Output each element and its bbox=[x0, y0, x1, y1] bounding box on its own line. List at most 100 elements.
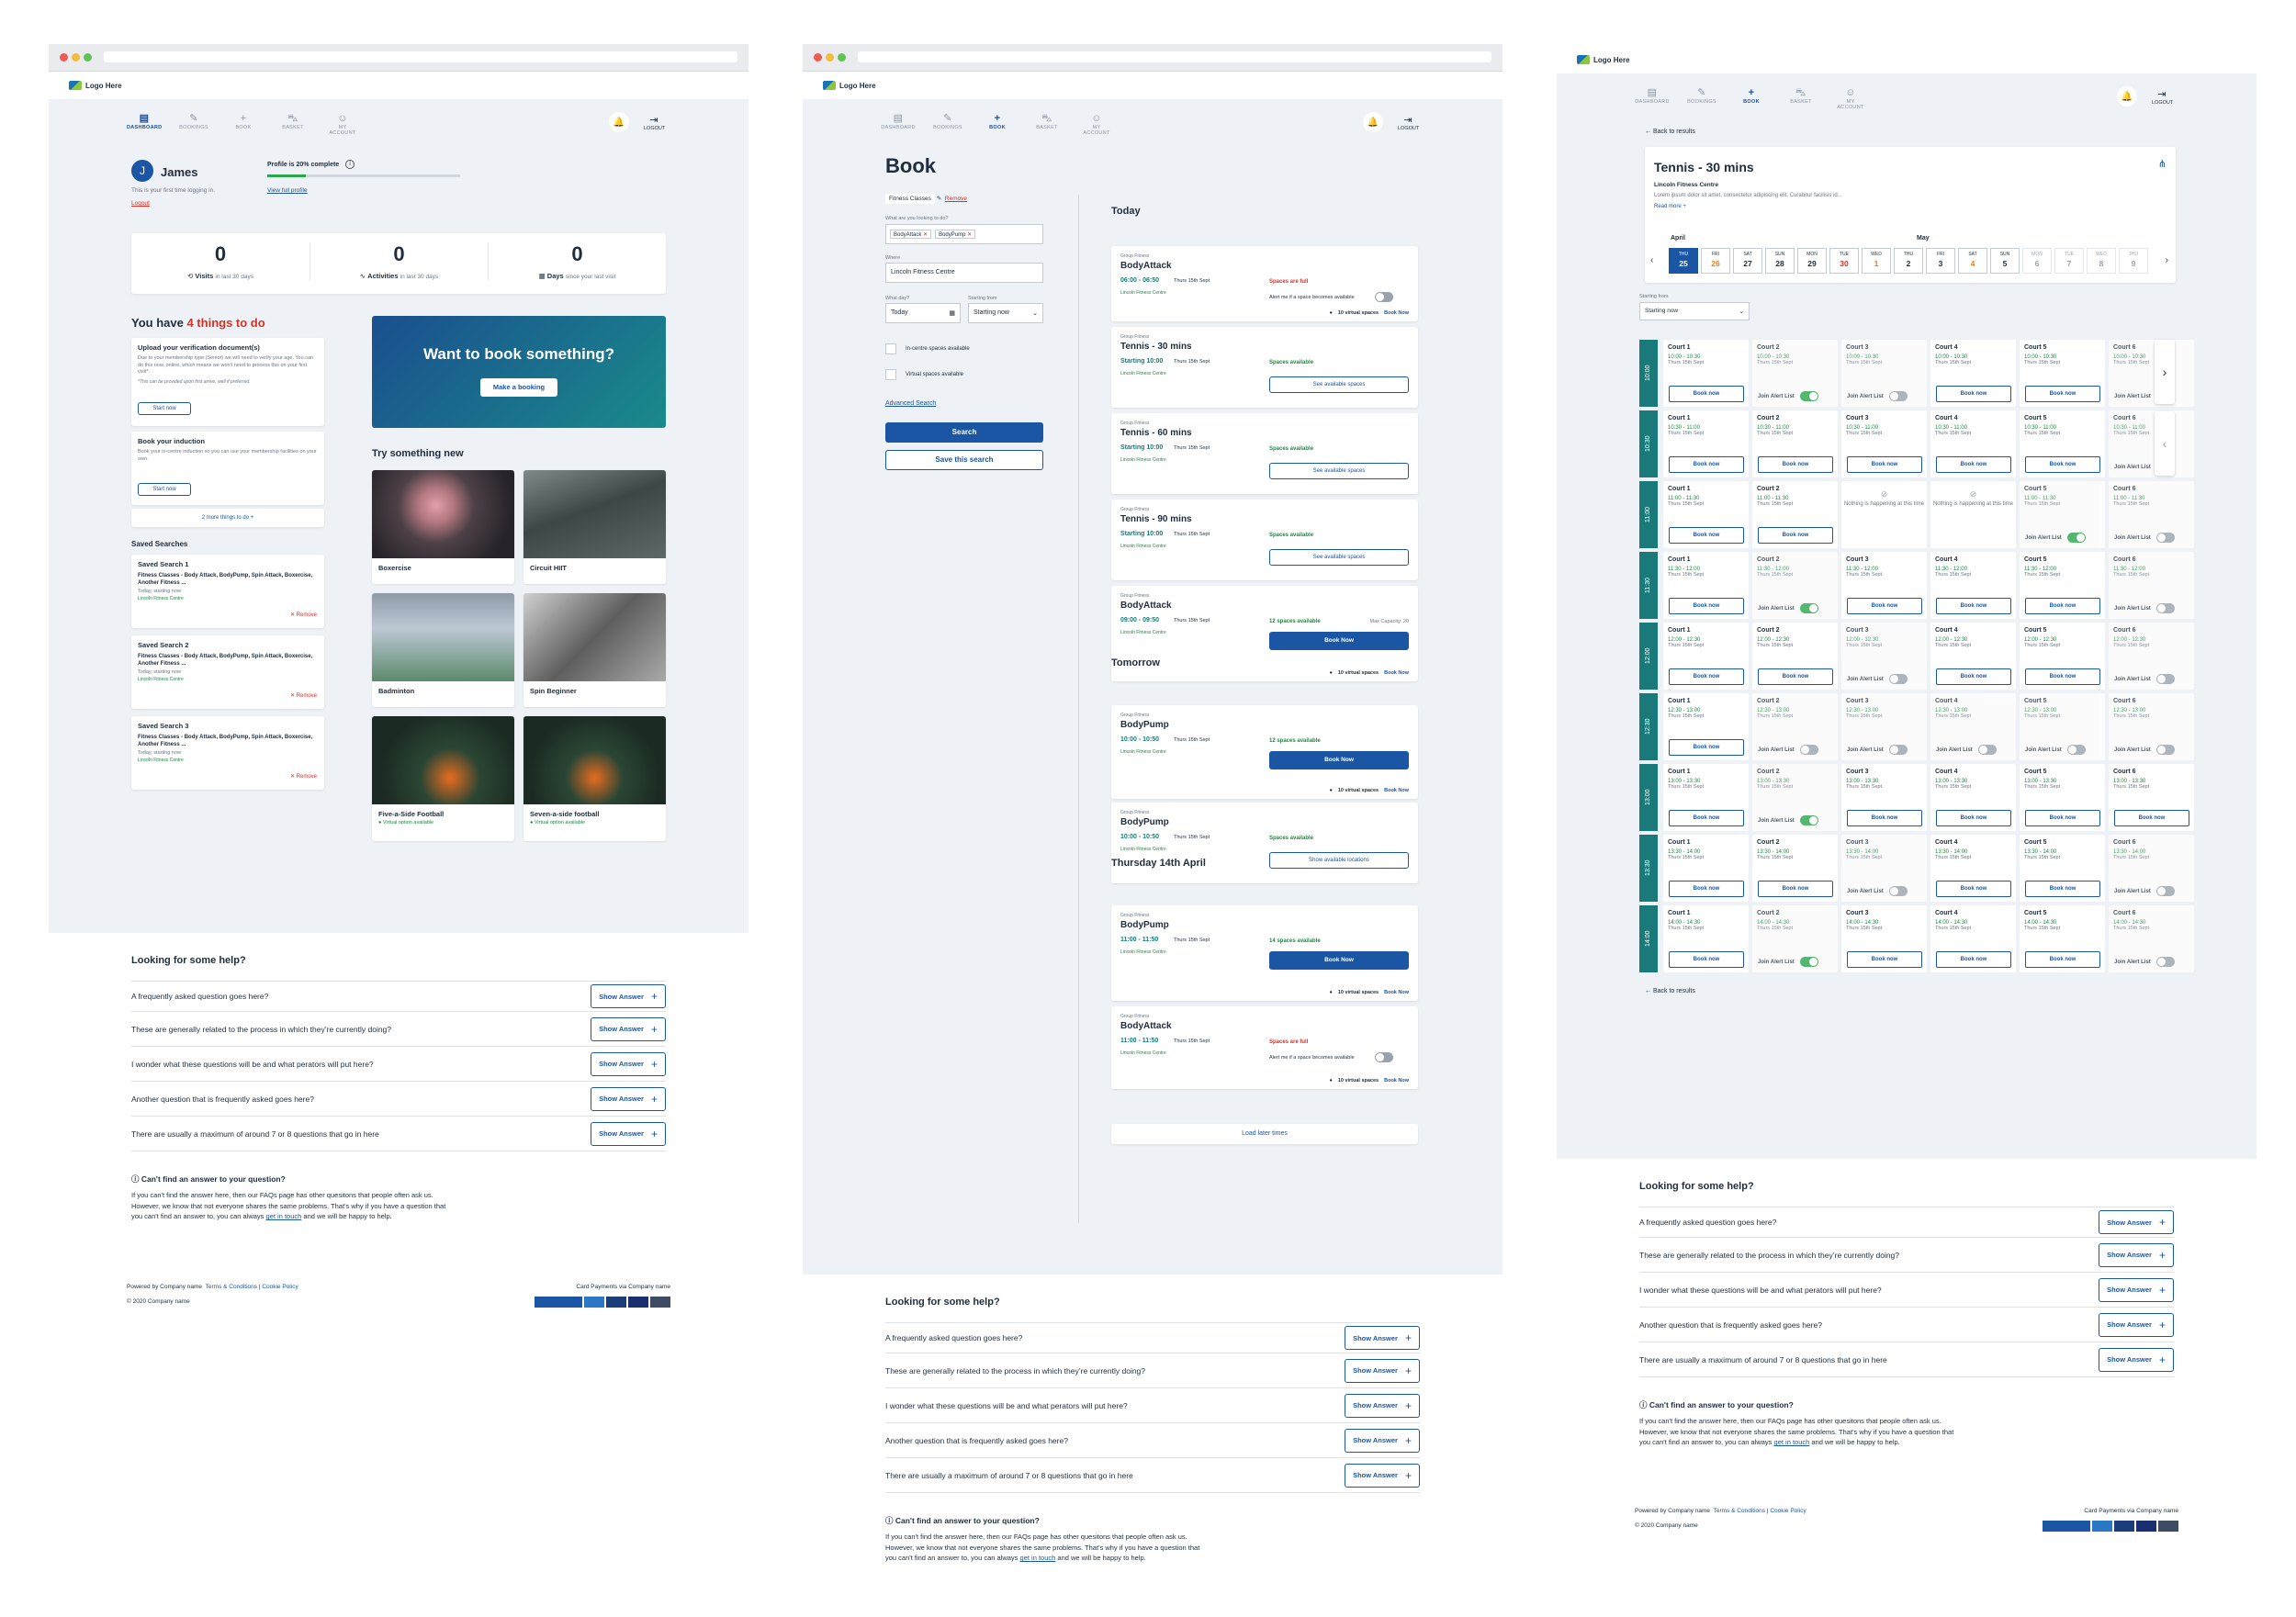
date-option[interactable]: THU 2 bbox=[1894, 248, 1923, 274]
result-card[interactable]: Group Fitness Tennis - 60 mins Starting 10… bbox=[1111, 413, 1418, 494]
book-now-link[interactable]: Book Now bbox=[1384, 310, 1409, 316]
court-slot[interactable]: Court 6 12:00 - 12:30 Thurs 15th Sept Join … bbox=[2109, 623, 2194, 690]
alert-toggle[interactable] bbox=[1888, 391, 1908, 401]
join-alert-row[interactable]: Join Alert List bbox=[2114, 674, 2175, 684]
book-now-button[interactable]: Book now bbox=[1669, 810, 1744, 826]
faq-item[interactable]: These are generally related to the proce… bbox=[131, 1012, 666, 1047]
book-now-button[interactable]: Book now bbox=[1847, 810, 1922, 826]
court-slot[interactable]: Court 3 13:00 - 13:30 Thurs 15th Sept Book … bbox=[1841, 764, 1927, 831]
alert-toggle-row[interactable]: Alert me if a space becomes available bbox=[1269, 292, 1393, 302]
where-input[interactable]: Lincoln Fitness Centre bbox=[885, 263, 1043, 283]
alert-toggle[interactable] bbox=[2155, 886, 2175, 896]
court-slot[interactable]: Court 6 14:00 - 14:30 Thurs 15th Sept Join … bbox=[2109, 905, 2194, 972]
grid-next-icon[interactable]: › bbox=[2155, 340, 2175, 404]
activity-card[interactable]: Badminton bbox=[372, 593, 514, 707]
court-slot[interactable]: Court 2 12:30 - 13:00 Thurs 15th Sept Join … bbox=[1752, 693, 1838, 760]
join-alert-row[interactable]: Join Alert List bbox=[1758, 745, 1818, 755]
alert-toggle[interactable] bbox=[2155, 957, 2175, 967]
bell-icon[interactable]: 🔔 bbox=[609, 112, 629, 132]
book-now-button[interactable]: Book now bbox=[2025, 810, 2100, 826]
join-alert-row[interactable]: Join Alert List bbox=[1847, 886, 1908, 896]
date-option[interactable]: WED 8 bbox=[2087, 248, 2116, 274]
logout-button[interactable]: ⇥ LOGOUT bbox=[1398, 114, 1419, 131]
result-card[interactable]: Group Fitness BodyPump 10:00 - 10:50 Thurs … bbox=[1111, 705, 1418, 799]
book-now-button[interactable]: Book now bbox=[2025, 456, 2100, 473]
date-option[interactable]: TUE 30 bbox=[1829, 248, 1859, 274]
faq-item[interactable]: There are usually a maximum of around 7 … bbox=[131, 1117, 666, 1151]
court-slot[interactable]: Court 5 11:30 - 12:00 Thurs 15th Sept Book … bbox=[2020, 552, 2105, 619]
book-now-button[interactable]: Book now bbox=[1847, 598, 1922, 614]
book-now-button[interactable]: Book Now bbox=[1269, 632, 1409, 650]
logout-link[interactable]: Logout bbox=[131, 200, 150, 207]
remove-saved-search-button[interactable]: ✕ Remove bbox=[290, 692, 317, 699]
book-now-button[interactable]: Book now bbox=[2025, 881, 2100, 897]
court-slot[interactable]: Court 6 11:00 - 11:30 Thurs 15th Sept Join … bbox=[2109, 481, 2194, 548]
faq-item[interactable]: I wonder what these questions will be an… bbox=[131, 1047, 666, 1082]
date-option[interactable]: SUN 5 bbox=[1990, 248, 2020, 274]
join-alert-row[interactable]: Join Alert List bbox=[1758, 815, 1818, 825]
start-now-button[interactable]: Start now bbox=[138, 402, 191, 415]
court-slot[interactable]: Court 4 10:30 - 11:00 Thurs 15th Sept Book … bbox=[1930, 410, 2016, 477]
alert-toggle[interactable] bbox=[1977, 745, 1997, 755]
court-slot[interactable]: Court 1 14:00 - 14:30 Thurs 15th Sept Book … bbox=[1663, 905, 1749, 972]
cookie-link[interactable]: Cookie Policy bbox=[1770, 1508, 1806, 1514]
nav-my-account[interactable]: ☺ MY ACCOUNT bbox=[325, 112, 360, 136]
alert-toggle[interactable] bbox=[1888, 886, 1908, 896]
book-now-button[interactable]: Book now bbox=[1847, 456, 1922, 473]
activity-card[interactable]: Five-a-Side Football ● Virtual option av… bbox=[372, 716, 514, 841]
court-slot[interactable]: Court 3 13:30 - 14:00 Thurs 15th Sept Join … bbox=[1841, 835, 1927, 902]
court-slot[interactable]: Court 5 12:00 - 12:30 Thurs 15th Sept Book … bbox=[2020, 623, 2105, 690]
remove-chip-icon[interactable]: ✕ bbox=[923, 232, 928, 238]
date-option[interactable]: MON 29 bbox=[1797, 248, 1827, 274]
book-now-button[interactable]: Book now bbox=[1758, 881, 1833, 897]
court-slot[interactable]: Court 1 11:30 - 12:00 Thurs 15th Sept Book … bbox=[1663, 552, 1749, 619]
date-option[interactable]: FRI 3 bbox=[1926, 248, 1955, 274]
faq-item[interactable]: Another question that is frequently aske… bbox=[131, 1082, 666, 1117]
book-now-button[interactable]: Book now bbox=[2025, 668, 2100, 685]
saved-search-card[interactable]: Saved Search 1 Fitness Classes - Body At… bbox=[131, 555, 324, 628]
starting-select[interactable]: Starting now ⌄ bbox=[1639, 302, 1750, 320]
court-slot[interactable]: Court 3 10:00 - 10:30 Thurs 15th Sept Join … bbox=[1841, 340, 1927, 407]
court-slot[interactable]: Court 5 10:00 - 10:30 Thurs 15th Sept Book … bbox=[2020, 340, 2105, 407]
nav-my-account[interactable]: ☺ MY ACCOUNT bbox=[1833, 86, 1868, 110]
cookie-link[interactable]: Cookie Policy bbox=[262, 1284, 298, 1290]
court-slot[interactable]: Court 6 10:30 - 11:00 Thurs 15th Sept Join … bbox=[2109, 410, 2194, 477]
court-slot[interactable]: Court 3 11:30 - 12:00 Thurs 15th Sept Book … bbox=[1841, 552, 1927, 619]
result-card[interactable]: Group Fitness Tennis - 90 mins Starting 10… bbox=[1111, 500, 1418, 580]
advanced-search-link[interactable]: Advanced Search bbox=[885, 400, 936, 407]
book-now-button[interactable]: Book now bbox=[2025, 951, 2100, 968]
court-slot[interactable]: Court 5 14:00 - 14:30 Thurs 15th Sept Book … bbox=[2020, 905, 2105, 972]
book-now-button[interactable]: Book now bbox=[1847, 951, 1922, 968]
court-slot[interactable]: Court 5 13:00 - 13:30 Thurs 15th Sept Book … bbox=[2020, 764, 2105, 831]
alert-toggle[interactable] bbox=[1374, 292, 1393, 302]
save-search-button[interactable]: Save this search bbox=[885, 450, 1043, 470]
court-slot[interactable]: Court 6 11:30 - 12:00 Thurs 15th Sept Join … bbox=[2109, 552, 2194, 619]
edit-icon[interactable]: ✎ bbox=[937, 196, 941, 202]
result-card[interactable]: Group Fitness BodyAttack 11:00 - 11:50 Thur… bbox=[1111, 1006, 1418, 1089]
book-now-button[interactable]: Book now bbox=[1669, 668, 1744, 685]
show-answer-button[interactable]: Show Answer + bbox=[2099, 1312, 2174, 1337]
back-to-results-link[interactable]: ← Back to results bbox=[1645, 988, 1695, 994]
date-option[interactable]: TUE 7 bbox=[2054, 248, 2084, 274]
book-now-button[interactable]: Book now bbox=[1669, 739, 1744, 756]
alert-toggle[interactable] bbox=[2155, 533, 2175, 543]
court-slot[interactable]: Court 6 13:00 - 13:30 Thurs 15th Sept Book … bbox=[2109, 764, 2194, 831]
book-now-button[interactable]: Book now bbox=[1936, 810, 2011, 826]
court-slot[interactable]: Court 3 12:00 - 12:30 Thurs 15th Sept Join … bbox=[1841, 623, 1927, 690]
date-option[interactable]: SAT 27 bbox=[1733, 248, 1762, 274]
join-alert-row[interactable]: Join Alert List bbox=[1847, 674, 1908, 684]
book-now-button[interactable]: Book Now bbox=[1269, 951, 1409, 970]
bell-icon[interactable]: 🔔 bbox=[1363, 112, 1383, 132]
book-now-button[interactable]: Book now bbox=[1669, 951, 1744, 968]
book-now-button[interactable]: Book now bbox=[1936, 456, 2011, 473]
book-now-button[interactable]: Book now bbox=[1669, 881, 1744, 897]
faq-item[interactable]: A frequently asked question goes here? Sh… bbox=[1639, 1207, 2174, 1238]
activity-input[interactable]: BodyAttack ✕ BodyPump ✕ bbox=[885, 224, 1043, 244]
logo[interactable]: Logo Here bbox=[823, 81, 876, 90]
book-now-button[interactable]: Book now bbox=[1758, 527, 1833, 544]
book-now-button[interactable]: Book now bbox=[1669, 527, 1744, 544]
faq-item[interactable]: Another question that is frequently aske… bbox=[885, 1423, 1420, 1458]
window-close-dot[interactable] bbox=[60, 53, 68, 62]
court-slot[interactable]: Court 5 12:30 - 13:00 Thurs 15th Sept Join … bbox=[2020, 693, 2105, 760]
alert-toggle-row[interactable]: Alert me if a space becomes available bbox=[1269, 1052, 1393, 1062]
